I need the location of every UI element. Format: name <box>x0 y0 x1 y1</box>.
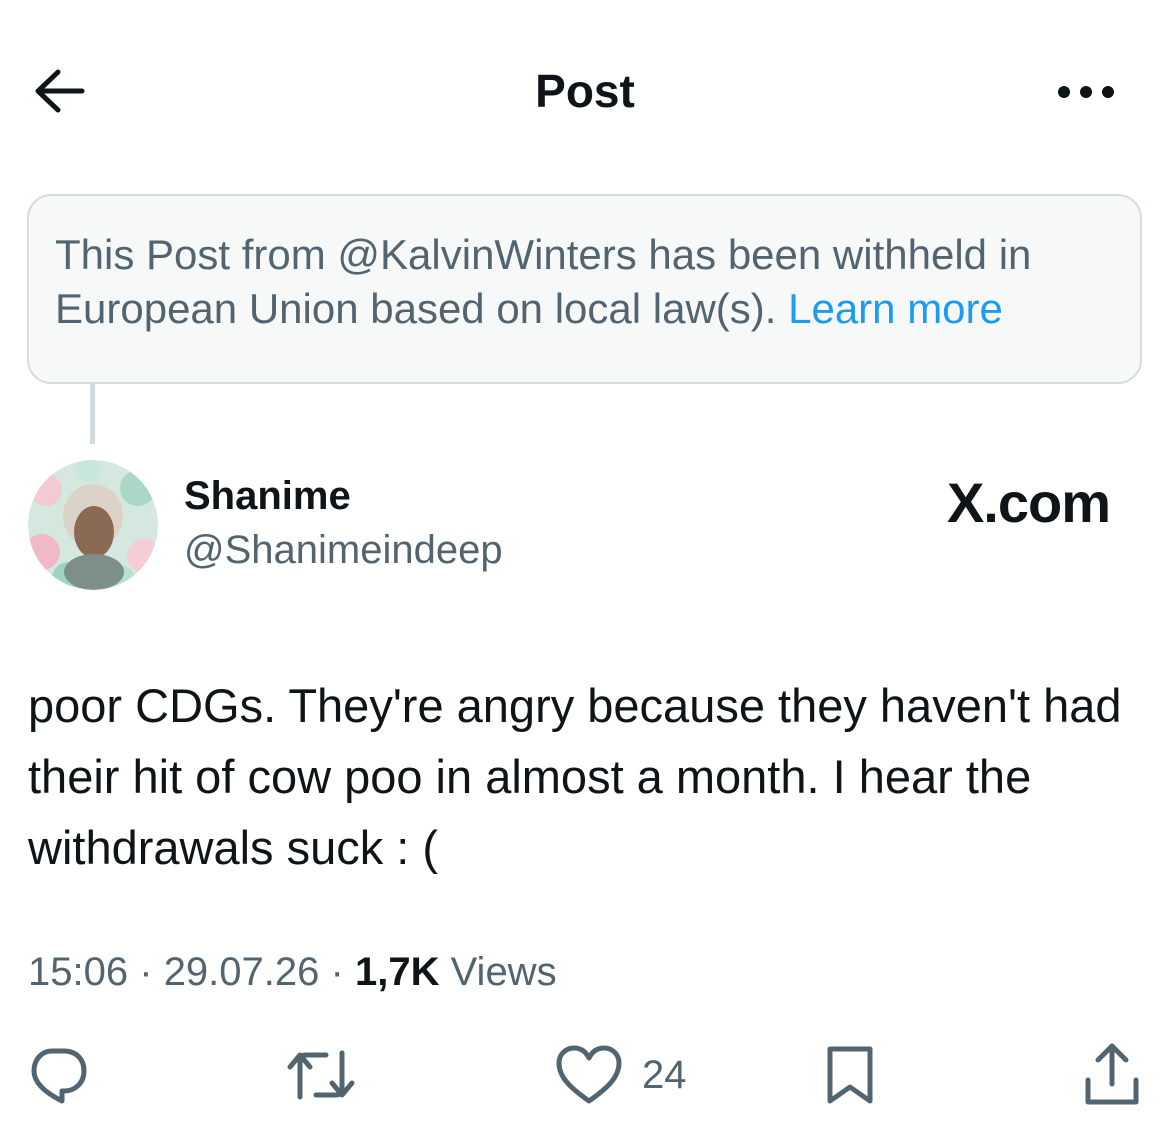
withheld-notice: This Post from @KalvinWinters has been w… <box>27 194 1142 384</box>
views-label[interactable]: Views <box>451 950 557 994</box>
more-options-button[interactable] <box>1056 80 1116 104</box>
author-name[interactable]: Shanime <box>184 474 351 519</box>
avatar[interactable] <box>28 460 158 590</box>
thread-connector-line <box>90 384 95 444</box>
post-time: 15:06 <box>28 950 129 994</box>
heart-icon <box>556 1045 622 1104</box>
post-date: 29.07.26 <box>163 950 320 994</box>
share-icon <box>1085 1043 1139 1105</box>
author-handle[interactable]: @Shanimeindeep <box>184 528 503 573</box>
meta-separator: · <box>139 950 153 994</box>
learn-more-link[interactable]: Learn more <box>788 285 1003 332</box>
meta-separator: · <box>330 950 344 994</box>
post-text: poor CDGs. They're angry because they ha… <box>28 679 1122 874</box>
repost-icon <box>287 1050 355 1100</box>
more-icon <box>1058 86 1114 98</box>
page-title: Post <box>535 65 635 117</box>
views-count[interactable]: 1,7K <box>355 950 440 994</box>
reply-button[interactable] <box>26 1040 90 1110</box>
bookmark-icon <box>827 1046 873 1104</box>
like-button[interactable]: 24 <box>554 1040 687 1110</box>
repost-button[interactable] <box>286 1040 356 1110</box>
share-button[interactable] <box>1080 1040 1144 1110</box>
x-com-watermark: X.com <box>946 471 1111 534</box>
reply-icon <box>31 1048 87 1104</box>
bookmark-button[interactable] <box>822 1040 878 1110</box>
action-bar: 24 <box>0 1040 1170 1120</box>
like-count: 24 <box>642 1052 687 1097</box>
post-meta: 15:06 · 29.07.26 · 1,7K Views <box>28 950 557 995</box>
top-bar: Post <box>0 0 1170 185</box>
